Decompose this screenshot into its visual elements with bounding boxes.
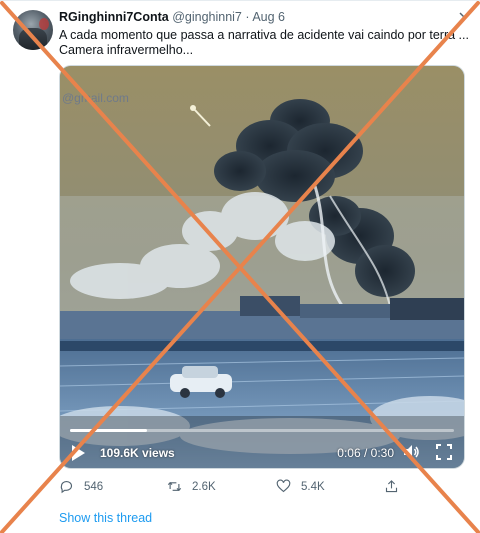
retweet-count: 2.6K <box>192 480 216 493</box>
volume-icon[interactable] <box>402 444 420 460</box>
video-time: 0:06 / 0:30 <box>337 446 394 460</box>
reply-button[interactable]: 546 <box>59 479 103 494</box>
retweet-button[interactable]: 2.6K <box>167 479 216 494</box>
video-controls: 109.6K views 0:06 / 0:30 <box>60 66 464 468</box>
retweet-icon <box>167 481 182 492</box>
share-icon <box>385 480 398 493</box>
tweet-text: A cada momento que passa a narrativa de … <box>59 28 469 58</box>
seek-bar[interactable] <box>70 429 454 432</box>
video-player[interactable]: @gmail.com 109.6K views 0:06 / 0:30 <box>59 65 465 469</box>
tweet-actions: 546 2.6K 5.4K <box>59 479 465 497</box>
avatar-figure <box>19 28 47 50</box>
tweet-text-line: Camera infravermelho... <box>59 43 194 57</box>
show-thread-link[interactable]: Show this thread <box>59 511 152 525</box>
reply-count: 546 <box>84 480 104 493</box>
like-button[interactable]: 5.4K <box>276 479 325 494</box>
like-count: 5.4K <box>301 480 325 493</box>
tweet-text-line: A cada momento que passa a narrativa de … <box>59 28 469 42</box>
reply-icon <box>60 480 73 494</box>
avatar-accent <box>39 18 49 30</box>
user-handle[interactable]: @ginghinni7 <box>172 10 242 24</box>
play-icon[interactable] <box>72 445 85 461</box>
view-count: 109.6K views <box>100 446 175 460</box>
display-name[interactable]: RGinghinni7Conta <box>59 10 169 24</box>
fullscreen-icon[interactable] <box>436 444 452 460</box>
tweet-date[interactable]: Aug 6 <box>252 10 285 24</box>
seek-progress <box>70 429 147 432</box>
heart-icon <box>276 479 291 493</box>
share-button[interactable] <box>384 479 409 494</box>
separator-dot: · <box>245 10 250 24</box>
avatar[interactable] <box>13 10 53 50</box>
tweet-header: RGinghinni7Conta @ginghinni7 · Aug 6 <box>59 10 285 24</box>
tweet-card[interactable]: RGinghinni7Conta @ginghinni7 · Aug 6 A c… <box>0 0 480 533</box>
caret-down-icon[interactable] <box>458 9 470 24</box>
